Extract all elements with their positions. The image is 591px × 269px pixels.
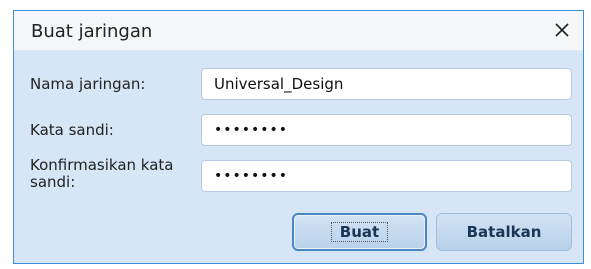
confirm-password-label: Konfirmasikan kata sandi: [30, 156, 174, 191]
confirm-password-value: •••••••• [214, 168, 289, 184]
create-button-label: Buat [330, 222, 389, 242]
network-name-value: Universal_Design [214, 75, 344, 93]
network-name-label: Nama jaringan: [30, 75, 146, 93]
dialog-body: Nama jaringan: Universal_Design Kata san… [14, 52, 583, 264]
create-button[interactable]: Buat [292, 213, 427, 251]
password-input[interactable]: •••••••• [201, 114, 572, 146]
cancel-button[interactable]: Batalkan [436, 213, 572, 251]
dialog-title: Buat jaringan [31, 21, 153, 42]
password-value: •••••••• [214, 122, 289, 138]
network-name-input[interactable]: Universal_Design [201, 68, 572, 100]
close-icon [555, 23, 569, 37]
password-label: Kata sandi: [30, 121, 114, 139]
create-network-dialog: Buat jaringan Nama jaringan: Universal_D… [13, 10, 584, 264]
cancel-button-label: Batalkan [466, 223, 542, 241]
confirm-password-input[interactable]: •••••••• [201, 160, 572, 192]
close-button[interactable] [549, 17, 575, 43]
dialog-titlebar: Buat jaringan [14, 11, 583, 51]
